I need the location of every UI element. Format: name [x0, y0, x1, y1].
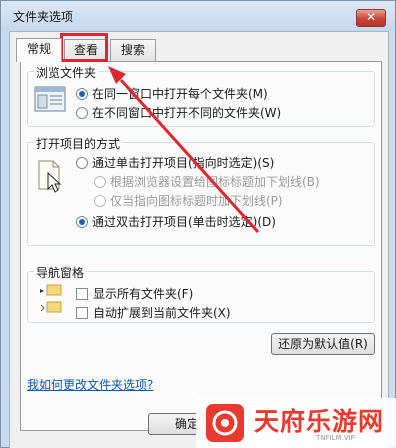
watermark: 天府乐游网 TNFILM.VIP	[196, 398, 396, 448]
tab-general[interactable]: 常规	[16, 38, 62, 62]
watermark-sub: TNFILM.VIP	[316, 434, 355, 442]
brand-logo-icon	[206, 404, 244, 442]
tab-general-label: 常规	[26, 42, 51, 56]
watermark-brand: 天府乐游网	[254, 407, 385, 436]
annotation-arrow-icon	[108, 66, 260, 234]
